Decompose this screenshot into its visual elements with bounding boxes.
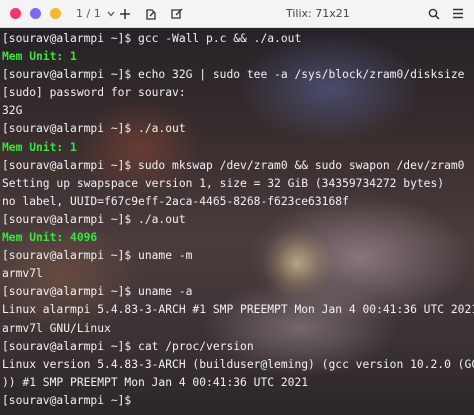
maximize-button[interactable]	[50, 8, 61, 19]
close-button[interactable]	[10, 8, 21, 19]
terminal-line: no label, UUID=f67c9eff-2aca-4465-8268-f…	[2, 194, 349, 208]
terminal-line: [sudo] password for sourav:	[2, 86, 186, 100]
terminal-line: Linux version 5.4.83-3-ARCH (builduser@l…	[2, 357, 474, 371]
menu-button[interactable]	[449, 5, 467, 23]
terminal-line: [sourav@alarmpi ~]$ ./a.out	[2, 122, 186, 136]
terminal-line: 32G	[2, 104, 23, 118]
terminal-line: )) #1 SMP PREEMPT Mon Jan 4 00:41:36 UTC…	[2, 375, 309, 389]
terminal-line: [sourav@alarmpi ~]$ cat /proc/version	[2, 339, 254, 353]
window-title: Tilix: 71x21	[286, 7, 350, 20]
session-counter[interactable]: 1 / 1	[76, 7, 115, 20]
detach-icon	[146, 9, 156, 20]
edit-icon	[170, 8, 182, 19]
chevron-down-icon	[107, 11, 115, 17]
terminal-line: [sourav@alarmpi ~]$ gcc -Wall p.c && ./a…	[2, 32, 302, 45]
terminal-line: Mem Unit: 4096	[2, 231, 98, 245]
terminal-lines: [sourav@alarmpi ~]$ gcc -Wall p.c && ./a…	[2, 30, 474, 410]
search-icon	[428, 8, 440, 20]
terminal-line: [sourav@alarmpi ~]$	[2, 393, 139, 407]
terminal-line: [sourav@alarmpi ~]$ sudo mkswap /dev/zra…	[2, 158, 465, 172]
title-bar: 1 / 1 Tilix: 71x21	[0, 0, 474, 28]
terminal-line: [sourav@alarmpi ~]$ uname -a	[2, 285, 193, 299]
add-terminal-button[interactable]	[116, 5, 134, 23]
terminal-output-area[interactable]: [sourav@alarmpi ~]$ gcc -Wall p.c && ./a…	[0, 28, 474, 415]
terminal-line: Linux alarmpi 5.4.83-3-ARCH #1 SMP PREEM…	[2, 303, 474, 317]
hamburger-menu-icon	[453, 8, 463, 19]
session-counter-label: 1 / 1	[76, 7, 101, 20]
terminal-line: Setting up swapspace version 1, size = 3…	[2, 176, 445, 190]
edit-profile-button[interactable]	[168, 5, 186, 23]
terminal-line: Mem Unit: 1	[2, 140, 77, 154]
terminal-line: [sourav@alarmpi ~]$ ./a.out	[2, 212, 186, 226]
terminal-line: [sourav@alarmpi ~]$ uname -m	[2, 249, 193, 263]
terminal-window: 1 / 1 Tilix: 71x21 [sourav@alarmpi ~]$ g…	[0, 0, 474, 415]
search-button[interactable]	[425, 5, 443, 23]
terminal-line: armv7l GNU/Linux	[2, 321, 111, 335]
detach-button[interactable]	[142, 5, 160, 23]
terminal-line: [sourav@alarmpi ~]$ echo 32G | sudo tee …	[2, 68, 465, 82]
plus-icon	[120, 9, 130, 19]
terminal-line: armv7l	[2, 267, 43, 281]
minimize-button[interactable]	[30, 8, 41, 19]
terminal-line: Mem Unit: 1	[2, 50, 77, 64]
